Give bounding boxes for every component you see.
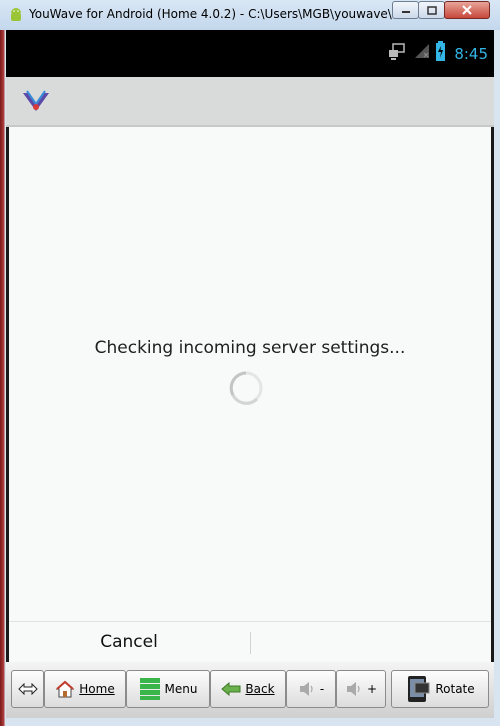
rotate-device-icon — [408, 676, 430, 702]
arrow-both-icon — [17, 683, 38, 695]
menu-label: Menu — [164, 682, 198, 696]
volume-down-button[interactable]: - — [286, 670, 336, 708]
back-arrow-icon — [221, 682, 241, 696]
email-app-icon[interactable] — [21, 89, 51, 113]
back-label: Back — [245, 682, 275, 696]
battery-charging-icon — [436, 41, 445, 61]
window-titlebar: YouWave for Android (Home 4.0.2) - C:\Us… — [0, 0, 500, 30]
close-icon — [462, 5, 472, 15]
emulator-screen: 8:45 Checking incoming server settings..… — [6, 30, 494, 718]
volume-up-button[interactable]: + — [336, 670, 386, 708]
clock: 8:45 — [454, 45, 488, 63]
minimize-icon — [401, 11, 410, 13]
content-area: Checking incoming server settings... — [9, 127, 491, 621]
volume-up-label: + — [366, 682, 378, 696]
rotate-button[interactable]: Rotate — [391, 670, 489, 708]
close-button[interactable] — [444, 1, 490, 19]
volume-down-label: - — [319, 682, 325, 696]
minimize-button[interactable] — [392, 1, 419, 19]
maximize-button[interactable] — [418, 1, 445, 19]
progress-message: Checking incoming server settings... — [94, 338, 406, 358]
menu-icon — [139, 678, 160, 700]
action-bar — [6, 77, 494, 127]
rotate-label: Rotate — [435, 682, 475, 696]
window-title: YouWave for Android (Home 4.0.2) - C:\Us… — [29, 7, 392, 21]
android-status-bar: 8:45 — [6, 30, 494, 77]
maximize-icon — [426, 5, 437, 15]
menu-button[interactable]: Menu — [126, 670, 210, 708]
home-button[interactable]: Home — [44, 670, 126, 708]
loading-spinner-icon — [229, 371, 263, 405]
home-icon — [55, 680, 75, 698]
emulator-toolbar: Home Menu Back - + Rotate — [6, 662, 494, 718]
dialog-footer: Cancel — [9, 621, 491, 662]
cancel-button[interactable]: Cancel — [9, 622, 249, 662]
window-bottom-edge — [6, 718, 494, 726]
signal-icon — [415, 44, 429, 58]
screen-share-icon — [389, 43, 405, 60]
speaker-icon — [299, 682, 313, 696]
speaker-icon — [346, 682, 360, 696]
toggle-sidebar-button[interactable] — [11, 670, 44, 708]
back-button[interactable]: Back — [210, 670, 286, 708]
footer-divider — [250, 632, 251, 654]
android-icon — [11, 8, 21, 21]
home-label: Home — [79, 682, 115, 696]
